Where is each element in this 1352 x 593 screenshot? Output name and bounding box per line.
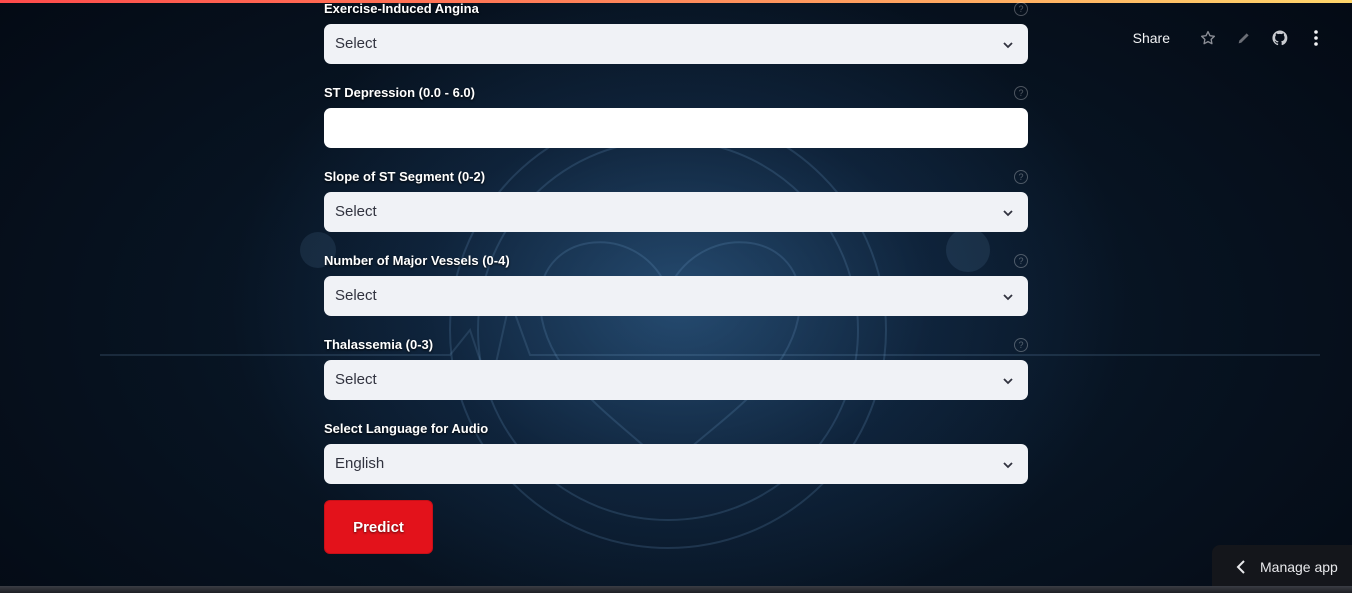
chevron-down-icon bbox=[1002, 206, 1014, 224]
field-slope: Slope of ST Segment (0-2) ? Select bbox=[324, 168, 1028, 232]
exercise-angina-select[interactable]: Select bbox=[324, 24, 1028, 64]
chevron-down-icon bbox=[1002, 290, 1014, 308]
help-icon[interactable]: ? bbox=[1014, 338, 1028, 352]
select-value: Select bbox=[335, 203, 377, 220]
chevron-down-icon bbox=[1002, 38, 1014, 56]
predict-button[interactable]: Predict bbox=[324, 500, 433, 554]
manage-app-button[interactable]: Manage app bbox=[1212, 545, 1352, 589]
field-label: Exercise-Induced Angina bbox=[324, 1, 479, 16]
help-icon[interactable]: ? bbox=[1014, 2, 1028, 16]
field-major-vessels: Number of Major Vessels (0-4) ? Select bbox=[324, 252, 1028, 316]
share-button[interactable]: Share bbox=[1133, 30, 1170, 46]
field-label: Thalassemia (0-3) bbox=[324, 337, 434, 352]
select-value: English bbox=[335, 455, 385, 472]
major-vessels-select[interactable]: Select bbox=[324, 276, 1028, 316]
github-icon[interactable] bbox=[1262, 26, 1298, 50]
thalassemia-select[interactable]: Select bbox=[324, 360, 1028, 400]
star-icon[interactable] bbox=[1190, 26, 1226, 50]
help-icon[interactable]: ? bbox=[1014, 86, 1028, 100]
manage-app-label: Manage app bbox=[1260, 559, 1338, 575]
help-icon[interactable]: ? bbox=[1014, 254, 1028, 268]
app-toolbar: Share bbox=[1133, 26, 1334, 50]
select-value: Select bbox=[335, 287, 377, 304]
field-st-depression: ST Depression (0.0 - 6.0) ? bbox=[324, 84, 1028, 148]
field-label: ST Depression (0.0 - 6.0) bbox=[324, 85, 475, 100]
chevron-down-icon bbox=[1002, 374, 1014, 392]
bottom-scrollbar-track bbox=[0, 586, 1352, 593]
field-audio-language: Select Language for Audio English bbox=[324, 420, 1028, 484]
st-depression-input[interactable] bbox=[324, 108, 1028, 148]
help-icon[interactable]: ? bbox=[1014, 170, 1028, 184]
chevron-down-icon bbox=[1002, 458, 1014, 476]
field-label: Slope of ST Segment (0-2) bbox=[324, 169, 486, 184]
field-thalassemia: Thalassemia (0-3) ? Select bbox=[324, 336, 1028, 400]
select-value: Select bbox=[335, 371, 377, 388]
field-label: Select Language for Audio bbox=[324, 421, 489, 436]
select-value: Select bbox=[335, 35, 377, 52]
audio-language-select[interactable]: English bbox=[324, 444, 1028, 484]
pencil-icon[interactable] bbox=[1226, 26, 1262, 50]
field-exercise-angina: Exercise-Induced Angina ? Select bbox=[324, 0, 1028, 64]
slope-select[interactable]: Select bbox=[324, 192, 1028, 232]
more-vertical-icon[interactable] bbox=[1298, 26, 1334, 50]
chevron-left-icon bbox=[1236, 560, 1246, 574]
field-label: Number of Major Vessels (0-4) bbox=[324, 253, 510, 268]
